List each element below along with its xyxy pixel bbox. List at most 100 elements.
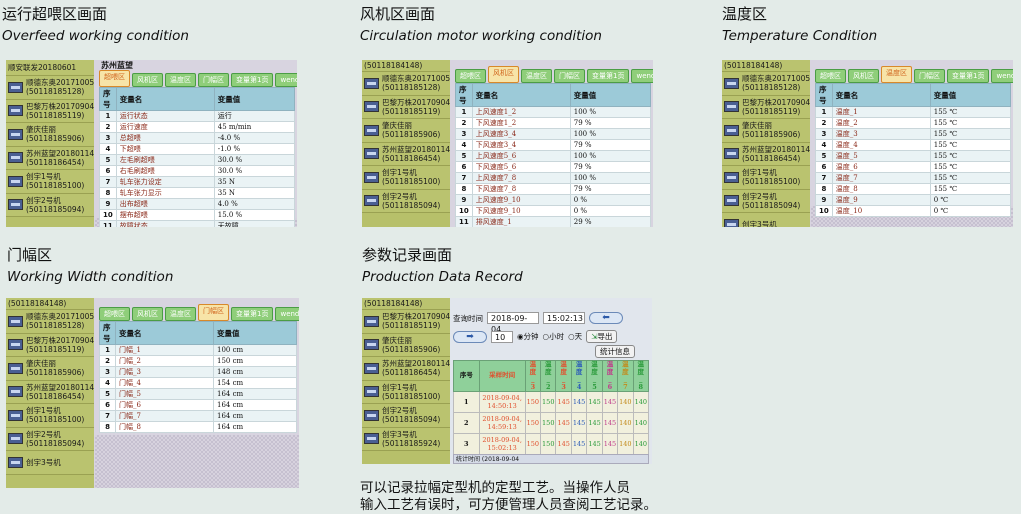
tab-wendu[interactable]: wendu (275, 73, 297, 87)
machine-item[interactable]: 创宇1号机 (50118185100) (722, 166, 810, 190)
stats-button[interactable]: 统计信息 (595, 345, 635, 358)
machine-icon (8, 456, 23, 468)
table-row: 8 下风速度7_8 79 % (455, 183, 652, 195)
machine-sidebar[interactable]: (50118184148) 顺德东奥20171005 (50118185128) … (362, 60, 450, 227)
variable-name: 门幅_5 (115, 388, 214, 400)
row-index: 2 (453, 412, 480, 434)
machine-item[interactable]: 巴黎万株20170904 (50118185119) (362, 95, 450, 119)
table-header-row: 序号 采样时间温度 _ 3 温度 _ 2 温度 _ 3 温度 _ 4 温度 _ 5 温度 _ 6 温度 _ 7 温度 _ 8 (453, 360, 650, 392)
machine-item[interactable]: 苏州蓝望20180114 (50118186454) (722, 142, 810, 166)
machine-item[interactable]: 苏州蓝望20180114 (50118186454) (6, 146, 94, 170)
machine-item[interactable]: 苏州蓝望20180114 (50118186454) (6, 380, 94, 404)
table-row: 2 运行速度 45 m/min (99, 121, 296, 133)
temperature-value: 140 (617, 412, 634, 434)
tab-temperature[interactable]: 温度区 (165, 307, 196, 321)
machine-item[interactable]: (50118184148) (6, 298, 94, 310)
variable-name: 轧车张力显示 (115, 187, 215, 199)
tab-overfeed[interactable]: 超喂区 (815, 69, 846, 83)
tab-width[interactable]: 门幅区 (554, 69, 585, 83)
tab-var-page1[interactable]: 变量第1页 (231, 73, 274, 87)
machine-item[interactable]: 创宇2号机 (50118185094) (362, 189, 450, 213)
machine-item[interactable]: 苏州蓝望20180114 (50118186454) (362, 357, 450, 381)
machine-item[interactable]: 创宇2号机 (50118185094) (6, 427, 94, 451)
tab-overfeed[interactable]: 超喂区 (455, 69, 486, 83)
tab-wendu[interactable]: wendu (275, 307, 299, 321)
tab-fan[interactable]: 风机区 (132, 307, 163, 321)
tab-temperature[interactable]: 温度区 (881, 66, 912, 83)
tab-var-page1[interactable]: 变量第1页 (587, 69, 630, 83)
machine-item[interactable]: 巴黎万株20170904 (50118185119) (6, 333, 94, 357)
tab-width[interactable]: 门幅区 (198, 304, 229, 321)
machine-item[interactable]: (50118184148) (362, 298, 450, 310)
machine-item[interactable]: 顺德东奥20171005 (50118185128) (722, 72, 810, 96)
machine-item[interactable]: 创宇1号机 (50118185100) (6, 404, 94, 428)
table-row: 9 温度_9 0 ℃ (815, 194, 1012, 206)
tab-temperature[interactable]: 温度区 (165, 73, 196, 87)
tab-width[interactable]: 门幅区 (914, 69, 945, 83)
machine-item[interactable]: 顺德东奥20171005 (50118185128) (362, 72, 450, 96)
machine-item[interactable]: 巴黎万株20170904 (50118185119) (6, 99, 94, 123)
machine-item[interactable]: 肇庆佳丽 (50118185906) (6, 357, 94, 381)
machine-item[interactable]: 创宇3号机 (6, 451, 94, 475)
machine-item[interactable]: 巴黎万株20170904 (50118185119) (362, 310, 450, 334)
row-index: 3 (99, 366, 116, 378)
machine-item[interactable]: 肇庆佳丽 (50118185906) (362, 333, 450, 357)
note-line: 输入工艺有误时，可方便管理人员查阅工艺记录。 (360, 497, 657, 513)
radio-hour[interactable]: ○小时 (543, 331, 565, 342)
machine-item[interactable]: 创宇2号机 (50118185094) (722, 189, 810, 213)
machine-item[interactable]: 创宇3号机 (722, 213, 810, 227)
interval-input[interactable]: 10 (491, 330, 513, 343)
machine-item[interactable]: 巴黎万株20170904 (50118185119) (722, 95, 810, 119)
tab-temperature[interactable]: 温度区 (521, 69, 552, 83)
machine-item[interactable]: (50118184148) (722, 60, 810, 72)
machine-icon (724, 77, 739, 89)
variable-value: 164 cm (213, 399, 297, 411)
date-input[interactable]: 2018-09-04 (487, 312, 539, 334)
machine-item[interactable]: 创宇3号机 (50118185924) (362, 427, 450, 451)
machine-item[interactable]: 顺德东奥20171005 (50118185128) (6, 76, 94, 100)
machine-sidebar[interactable]: (50118184148) 顺德东奥20171005 (50118185128) … (722, 60, 810, 227)
next-arrow-button[interactable]: ➡ (453, 330, 487, 343)
tab-width[interactable]: 门幅区 (198, 73, 229, 87)
temperature-value: 145 (601, 412, 619, 434)
tab-var-page1[interactable]: 变量第1页 (947, 69, 990, 83)
column-header: 变量名 (115, 321, 214, 345)
tab-var-page1[interactable]: 变量第1页 (231, 307, 274, 321)
machine-icon (364, 362, 379, 374)
tab-fan[interactable]: 风机区 (488, 66, 519, 83)
machine-item[interactable]: 肇庆佳丽 (50118185906) (722, 119, 810, 143)
machine-icon (724, 148, 739, 160)
table-row: 3 上风速度3_4 100 % (455, 128, 652, 140)
machine-item[interactable]: 创宇1号机 (50118185100) (6, 170, 94, 194)
radio-minute[interactable]: ◉分钟 (517, 331, 539, 342)
tab-wendu[interactable]: wendu (631, 69, 653, 83)
tab-fan[interactable]: 风机区 (848, 69, 879, 83)
machine-item[interactable]: 苏州蓝望20180114 (50118186454) (362, 142, 450, 166)
column-header: 序号 (815, 83, 833, 107)
temperature-value: 150 (524, 433, 542, 455)
tab-wendu[interactable]: wendu (991, 69, 1013, 83)
machine-item[interactable]: 肇庆佳丽 (50118185906) (6, 123, 94, 147)
machine-item[interactable]: 创宇1号机 (50118185100) (362, 380, 450, 404)
export-button[interactable]: ⇲导出 (586, 330, 618, 343)
tab-fan[interactable]: 风机区 (132, 73, 163, 87)
machine-item[interactable]: 肇庆佳丽 (50118185906) (362, 119, 450, 143)
machine-sidebar[interactable]: 顺安联发20180601 顺德东奥20171005 (50118185128) 巴… (6, 60, 94, 227)
radio-day[interactable]: ○天 (568, 331, 582, 342)
machine-item[interactable]: (50118184148) (362, 60, 450, 72)
machine-item[interactable]: 创宇2号机 (50118185094) (362, 404, 450, 428)
machine-item[interactable]: 顺安联发20180601 (6, 60, 94, 76)
tab-overfeed[interactable]: 超喂区 (99, 307, 130, 321)
time-input[interactable]: 15:02:13 (543, 312, 585, 324)
variable-name: 门幅_6 (115, 399, 214, 411)
machine-sidebar[interactable]: (50118184148) 巴黎万株20170904 (50118185119) … (362, 298, 450, 464)
machine-item[interactable]: 创宇2号机 (50118185094) (6, 193, 94, 217)
temperature-value: 150 (540, 391, 557, 413)
temperature-value: 145 (586, 412, 603, 434)
machine-item[interactable]: 顺德东奥20171005 (50118185128) (6, 310, 94, 334)
table-row: 4 门幅_4 154 cm (99, 377, 297, 389)
machine-sidebar[interactable]: (50118184148) 顺德东奥20171005 (50118185128) … (6, 298, 94, 488)
machine-item[interactable]: 创宇1号机 (50118185100) (362, 166, 450, 190)
tab-overfeed[interactable]: 超喂区 (99, 70, 130, 87)
prev-arrow-button[interactable]: ⬅ (589, 312, 623, 324)
